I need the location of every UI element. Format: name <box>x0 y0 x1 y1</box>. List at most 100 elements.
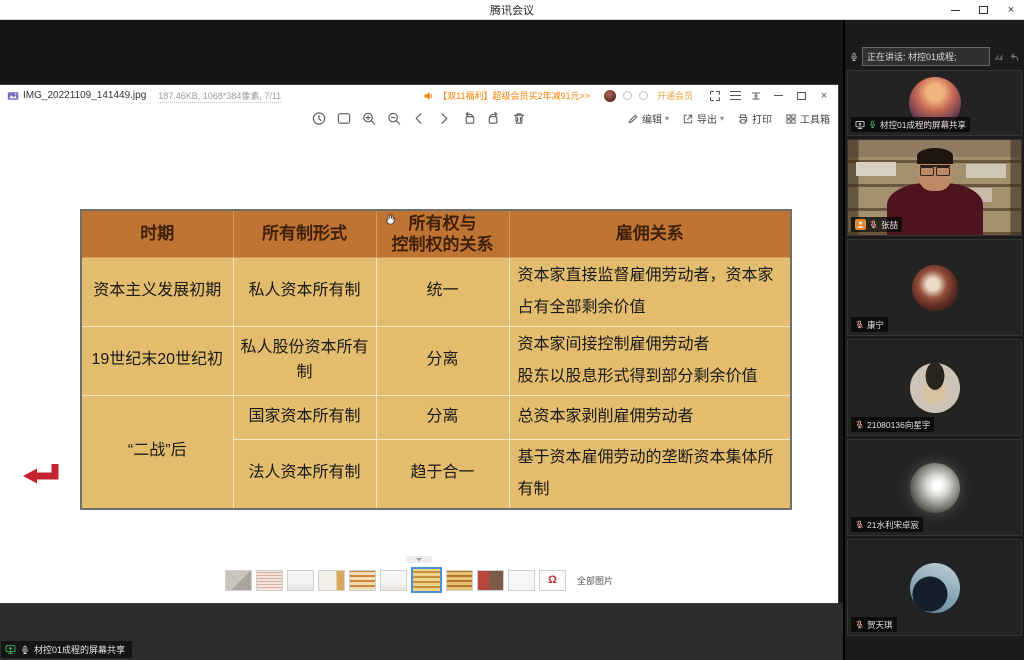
member-badge-icon[interactable] <box>623 91 632 100</box>
table-row: “二战”后 国家资本所有制 分离 总资本家剥削雇佣劳动者 <box>81 395 791 439</box>
table-row: 资本主义发展初期 私人资本所有制 统一 资本家直接监督雇佣劳动者，资本家占有全部… <box>81 257 791 326</box>
toolbox-button[interactable]: 工具箱 <box>785 111 830 126</box>
pencil-icon <box>627 113 639 125</box>
participant-label: 21水利宋卓宸 <box>851 517 923 532</box>
video-tile[interactable]: 贺天琪 <box>847 539 1022 636</box>
export-label: 导出 <box>697 111 717 126</box>
zoom-out-icon[interactable] <box>387 111 402 126</box>
zoom-in-icon[interactable] <box>362 111 377 126</box>
photo-file-icon <box>7 90 19 102</box>
thumbnail[interactable] <box>508 570 535 591</box>
speaker-icon <box>423 90 435 102</box>
next-image-icon[interactable] <box>437 111 452 126</box>
print-label: 打印 <box>752 111 772 126</box>
collapse-strip-button[interactable] <box>406 556 432 563</box>
thumbnail-omega[interactable]: Ω <box>539 570 566 591</box>
cell-employment: 基于资本雇佣劳动的垄断资本集体所有制 <box>509 439 791 509</box>
viewer-restore-button[interactable] <box>794 89 808 103</box>
actual-size-icon[interactable] <box>312 111 327 126</box>
image-filename: IMG_20221109_141449.jpg <box>23 90 146 101</box>
export-icon <box>682 113 694 125</box>
chevron-down-icon: ▾ <box>720 114 724 123</box>
hand-cursor-icon <box>384 212 397 227</box>
thumbnail[interactable] <box>318 570 345 591</box>
participant-label: 张喆 <box>851 217 902 232</box>
video-tile[interactable]: 21080136向星宇 <box>847 339 1022 436</box>
promo-banner[interactable]: 【双11福利】超级会员买2年减91元>> <box>423 89 590 102</box>
speaking-indicator: 正在讲话: 材控01成程; <box>862 47 990 66</box>
return-arrow-logo <box>22 462 62 489</box>
viewer-minimize-button[interactable] <box>771 89 785 103</box>
participant-label: 21080136向星宇 <box>851 417 934 432</box>
thumbnail[interactable] <box>256 570 283 591</box>
screen-share-banner[interactable]: 材控01成程的屏幕共享 <box>0 640 133 659</box>
omega-glyph: Ω <box>548 574 557 586</box>
books-decor <box>856 162 896 176</box>
glasses <box>920 165 950 172</box>
close-button[interactable]: × <box>1004 3 1018 17</box>
thumbnail-active[interactable] <box>411 567 442 593</box>
thumbnail[interactable] <box>446 570 473 591</box>
participant-label: 康宁 <box>851 317 888 332</box>
video-tile[interactable]: 21水利宋卓宸 <box>847 439 1022 536</box>
mic-muted-icon <box>855 320 864 329</box>
window-controls: × <box>948 0 1018 20</box>
thumbnail[interactable] <box>287 570 314 591</box>
pin-icon[interactable] <box>750 90 762 102</box>
meeting-body: IMG_20221109_141449.jpg 187.46KB, 1068*3… <box>0 20 1024 660</box>
thumbnail[interactable] <box>349 570 376 591</box>
video-tile[interactable]: 康宁 <box>847 239 1022 336</box>
toolbar-center-group <box>312 106 527 131</box>
rotate-right-icon[interactable] <box>487 111 502 126</box>
thumbnail[interactable] <box>477 570 504 591</box>
person-icon <box>856 220 865 229</box>
cell-period: 19世纪末20世纪初 <box>81 326 233 395</box>
participant-name: 康宁 <box>867 319 884 331</box>
undo-arrow-icon[interactable] <box>1008 51 1020 63</box>
previous-image-icon[interactable] <box>412 111 427 126</box>
image-canvas[interactable]: 时期 所有制形式 所有权与 控制权的关系 雇佣关系 资本主义发展初期 私人资本所… <box>0 131 838 557</box>
vip-upgrade-link[interactable]: 开通会员 <box>657 89 693 102</box>
minimize-button[interactable] <box>948 3 962 17</box>
cell-form: 私人资本所有制 <box>233 257 376 326</box>
viewer-minimize-icon <box>774 95 783 96</box>
participant-name: 21080136向星宇 <box>867 419 930 431</box>
video-tile-sharer[interactable]: 材控01成程的屏幕共享 <box>847 70 1022 136</box>
viewer-close-button[interactable]: × <box>817 89 831 103</box>
screen-share-stage: IMG_20221109_141449.jpg 187.46KB, 1068*3… <box>0 20 843 660</box>
participant-name: 21水利宋卓宸 <box>867 519 919 531</box>
thumbnail[interactable] <box>380 570 407 591</box>
participant-label: 贺天琪 <box>851 617 897 632</box>
fullscreen-icon[interactable] <box>709 90 721 102</box>
all-images-link[interactable]: 全部图片 <box>577 574 613 587</box>
microphone-icon <box>849 52 859 62</box>
viewer-window-controls: × <box>709 89 831 103</box>
image-fileinfo[interactable]: 187.46KB, 1068*384像素, 7/11 <box>158 89 281 103</box>
edit-button[interactable]: 编辑 ▾ <box>627 111 669 126</box>
flags-icon[interactable] <box>993 51 1005 63</box>
share-banner-text: 材控01成程的屏幕共享 <box>34 643 125 656</box>
rotate-left-icon[interactable] <box>462 111 477 126</box>
print-button[interactable]: 打印 <box>737 111 772 126</box>
participant-name: 材控01成程的屏幕共享 <box>880 119 966 131</box>
cell-relation: 统一 <box>376 257 509 326</box>
restore-button[interactable] <box>976 3 990 17</box>
avatar <box>910 463 960 513</box>
slide-table: 时期 所有制形式 所有权与 控制权的关系 雇佣关系 资本主义发展初期 私人资本所… <box>80 209 792 510</box>
cell-period: 资本主义发展初期 <box>81 257 233 326</box>
viewer-close-icon: × <box>821 90 827 102</box>
account-avatar[interactable] <box>604 90 616 102</box>
thumbnail-strip: Ω 全部图片 <box>0 557 838 603</box>
thumbnail[interactable] <box>225 570 252 591</box>
delete-icon[interactable] <box>512 111 527 126</box>
member-badge2-icon[interactable] <box>639 91 648 100</box>
export-button[interactable]: 导出 ▾ <box>682 111 724 126</box>
chevron-down-icon: ▾ <box>665 114 669 123</box>
grid-icon <box>785 113 797 125</box>
promo-text: 【双11福利】超级会员买2年减91元>> <box>438 89 590 102</box>
window-titlebar: 腾讯会议 × <box>0 0 1024 20</box>
cell-relation: 分离 <box>376 326 509 395</box>
video-tile-host[interactable]: 张喆 <box>847 139 1022 236</box>
menu-icon[interactable] <box>730 91 741 100</box>
fit-window-icon[interactable] <box>337 111 352 126</box>
